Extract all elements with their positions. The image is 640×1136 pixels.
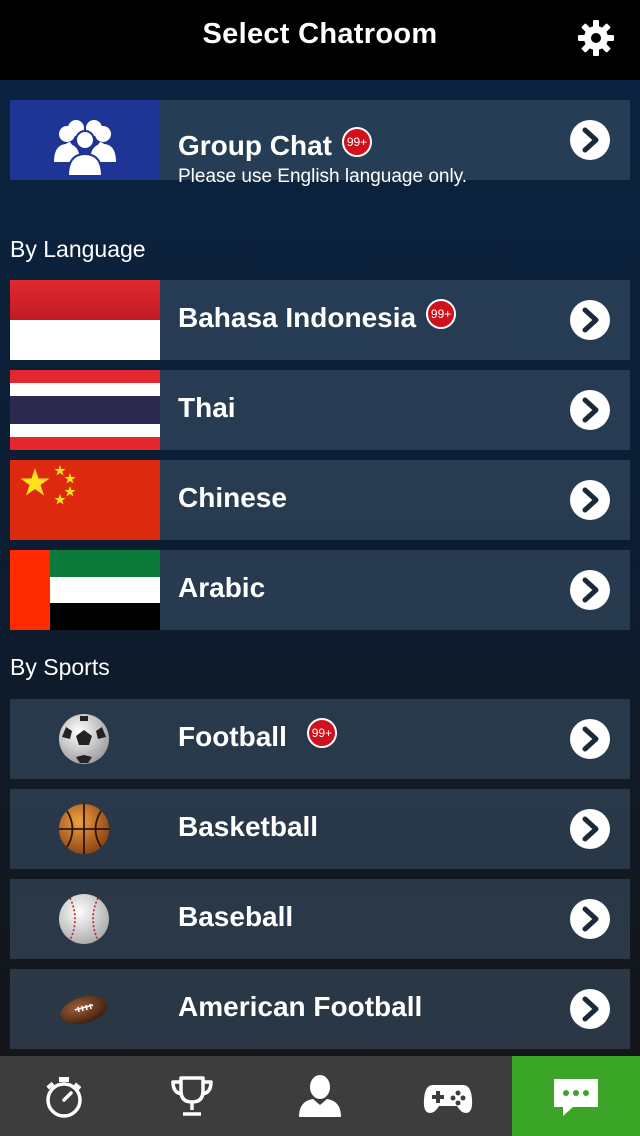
sport-label: American Football [178,991,423,1022]
group-chat-title-line: Group Chat 99+ [178,126,372,163]
chevron-right-icon[interactable] [570,300,610,340]
tab-bar [0,1056,640,1136]
thailand-flag [10,370,160,450]
group-chat-row[interactable]: Group Chat 99+ Please use English languag… [10,100,630,187]
tab-trophy[interactable] [128,1056,256,1136]
page-title: Select Chatroom [202,18,438,50]
uae-flag [10,550,160,630]
gamepad-icon [423,1085,473,1113]
chevron-right-icon[interactable] [570,719,610,759]
language-row-indonesia[interactable]: Bahasa Indonesia 99+ [10,280,630,360]
american-football-icon [60,995,108,1025]
section-by-sports: By Sports [10,654,110,680]
chevron-right-icon[interactable] [570,570,610,610]
sport-row-baseball[interactable]: Baseball [10,879,630,959]
tab-profile[interactable] [256,1056,384,1136]
indonesia-flag [10,280,160,360]
sport-label: Baseball [178,901,294,932]
chevron-right-icon[interactable] [570,899,610,939]
sport-row-basketball[interactable]: Basketball [10,789,630,869]
basketball-icon [59,804,109,854]
sport-label: Basketball [178,811,319,842]
trophy-icon [171,1076,213,1116]
chevron-right-icon[interactable] [570,120,610,160]
language-label-line: Bahasa Indonesia 99+ [178,298,457,335]
language-label: Thai [178,392,236,423]
china-flag-stars [20,465,76,505]
language-label: Chinese [178,482,287,513]
china-flag [10,460,160,540]
stopwatch-icon [46,1077,82,1118]
sport-row-american-football[interactable]: American Football [10,969,630,1049]
chevron-right-icon[interactable] [570,390,610,430]
baseball-icon [59,894,109,944]
group-chat-thumbnail [10,100,160,180]
section-by-language: By Language [10,236,146,262]
language-label: Bahasa Indonesia [178,302,417,333]
sport-label: Football [178,721,287,752]
language-row-arabic[interactable]: Arabic [10,550,630,630]
chevron-right-icon[interactable] [570,989,610,1029]
person-icon [299,1075,341,1117]
tab-games[interactable] [384,1056,512,1136]
sport-row-football[interactable]: Football 99+ [10,699,630,779]
group-icon [54,120,116,177]
unread-badge: 99+ [342,126,372,157]
language-row-chinese[interactable]: Chinese [10,460,630,540]
tab-stopwatch[interactable] [0,1056,128,1136]
group-chat-title: Group Chat [178,130,332,161]
language-row-thai[interactable]: Thai [10,370,630,450]
chevron-right-icon[interactable] [570,480,610,520]
gear-icon[interactable] [576,18,616,58]
sport-label-line: Football 99+ [178,717,337,754]
language-label: Arabic [178,572,266,603]
unread-badge: 99+ [426,298,457,329]
unread-badge: 99+ [306,717,337,748]
chevron-right-icon[interactable] [570,809,610,849]
header-bar: Select Chatroom [0,0,640,80]
chatroom-list: Group Chat 99+ Please use English languag… [0,80,640,1056]
soccer-ball-icon [59,714,109,764]
chat-icon [554,1079,598,1116]
tab-chat[interactable] [512,1056,640,1136]
group-chat-subtitle: Please use English language only. [178,166,468,187]
